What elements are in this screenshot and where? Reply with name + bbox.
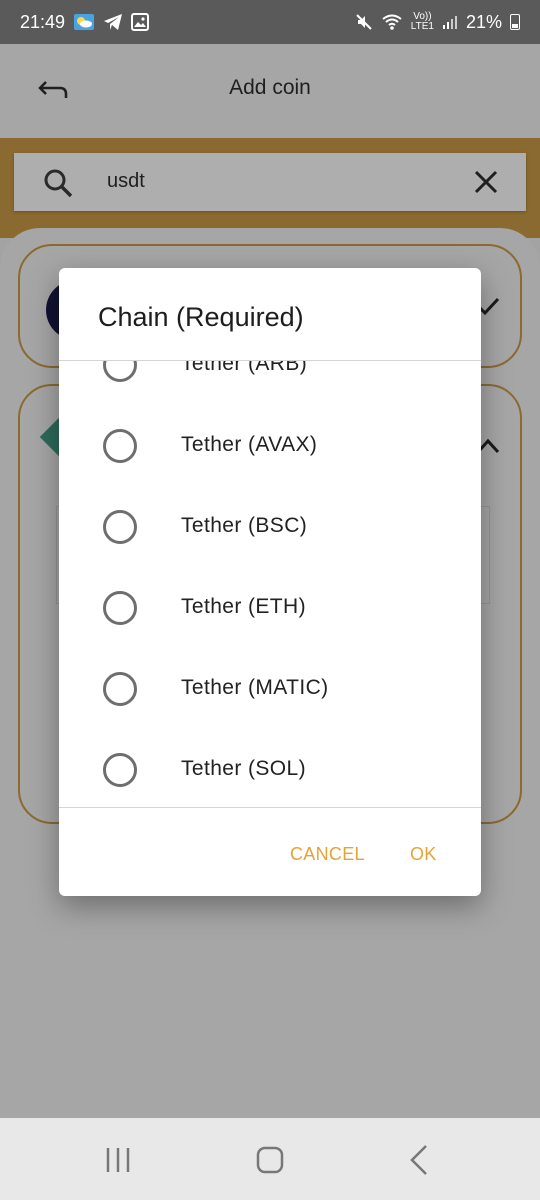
- close-icon[interactable]: [472, 168, 500, 196]
- radio-button[interactable]: [103, 510, 137, 544]
- status-time: 21:49: [20, 11, 66, 32]
- battery-icon: [510, 14, 520, 30]
- radio-button[interactable]: [103, 753, 137, 787]
- search-box[interactable]: usdt: [14, 153, 526, 211]
- back-icon[interactable]: [400, 1144, 440, 1176]
- ok-button[interactable]: OK: [410, 844, 437, 865]
- chain-option[interactable]: Tether (ETH): [59, 568, 481, 649]
- search-input[interactable]: usdt: [107, 170, 145, 193]
- radio-button[interactable]: [103, 672, 137, 706]
- weather-icon: [74, 14, 95, 30]
- radio-button[interactable]: [103, 591, 137, 625]
- chain-option[interactable]: Tether (BSC): [59, 487, 481, 568]
- volte-text-bottom: LTE1: [410, 21, 434, 32]
- volte-icon: Vo)) LTE1: [411, 12, 434, 32]
- search-icon: [44, 169, 73, 198]
- status-bar: 21:49 Vo)) LTE1 21%: [0, 0, 540, 44]
- status-bar-right: Vo)) LTE1 21%: [355, 12, 520, 33]
- telegram-icon: [104, 14, 123, 30]
- chain-options-list[interactable]: Tether (ARB) Tether (AVAX) Tether (BSC) …: [59, 361, 481, 807]
- gallery-icon: [131, 13, 150, 31]
- chain-option-label: Tether (SOL): [181, 757, 307, 780]
- signal-icon: [442, 16, 457, 29]
- mute-icon: [356, 14, 372, 30]
- page-title: Add coin: [229, 76, 311, 99]
- app-bar: Add coin: [0, 44, 540, 138]
- chain-option[interactable]: Tether (SOL): [59, 730, 481, 807]
- radio-button[interactable]: [103, 361, 137, 382]
- chain-option[interactable]: Tether (MATIC): [59, 649, 481, 730]
- chain-option-label: Tether (BSC): [181, 514, 308, 537]
- cancel-button[interactable]: CANCEL: [290, 844, 365, 865]
- chain-option-label: Tether (MATIC): [181, 676, 329, 699]
- chain-option-label: Tether (ETH): [181, 595, 306, 618]
- recent-apps-icon[interactable]: [98, 1144, 138, 1176]
- dialog-actions: CANCEL OK: [59, 808, 481, 896]
- chain-option-label: Tether (AVAX): [181, 433, 318, 456]
- home-icon[interactable]: [250, 1144, 290, 1176]
- battery-percent: 21%: [465, 11, 502, 32]
- chain-dialog: Chain (Required) Tether (ARB) Tether (AV…: [59, 268, 481, 896]
- chain-option[interactable]: Tether (ARB): [59, 361, 481, 406]
- chain-option-label: Tether (ARB): [181, 361, 308, 375]
- chain-option[interactable]: Tether (AVAX): [59, 406, 481, 487]
- status-bar-left: 21:49: [20, 11, 150, 33]
- system-nav-bar: [0, 1118, 540, 1200]
- wifi-icon: [382, 14, 402, 30]
- dialog-title: Chain (Required): [98, 302, 304, 332]
- radio-button[interactable]: [103, 429, 137, 463]
